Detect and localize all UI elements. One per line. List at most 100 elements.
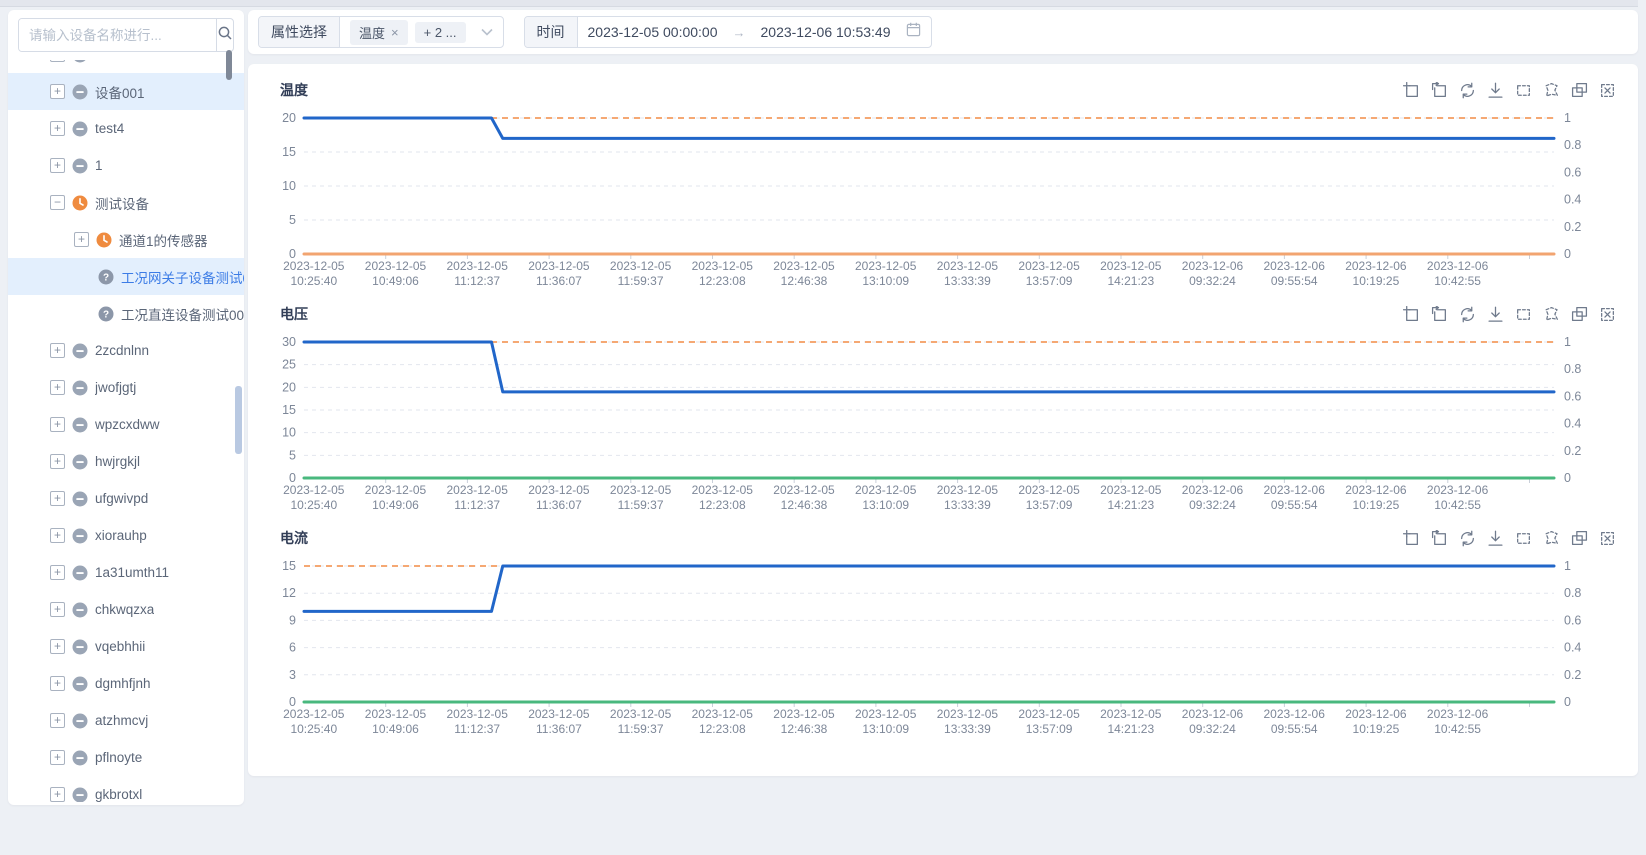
tree-scrollbar-thumb[interactable] bbox=[226, 50, 232, 80]
expand-icon[interactable]: + bbox=[50, 787, 65, 802]
tree-item[interactable]: +xiorauhp bbox=[8, 517, 244, 554]
chart-plot-voltage[interactable]: 05101520253010.80.60.40.202023-12-0510:2… bbox=[264, 328, 1622, 514]
top-border-strip bbox=[0, 0, 1638, 7]
expand-icon[interactable]: + bbox=[50, 639, 65, 654]
expand-icon[interactable]: + bbox=[50, 528, 65, 543]
tree-item[interactable]: +test4 bbox=[8, 110, 244, 147]
zoom-revert-icon[interactable] bbox=[1431, 82, 1448, 99]
tree-item[interactable]: +gkbrotxl bbox=[8, 776, 244, 802]
brush-polygon-icon[interactable] bbox=[1543, 82, 1560, 99]
remove-attribute-icon[interactable]: × bbox=[391, 26, 399, 39]
tree-item[interactable]: +chkwqzxa bbox=[8, 591, 244, 628]
svg-text:2023-12-05: 2023-12-05 bbox=[610, 259, 672, 273]
tree-item[interactable]: +通道1的传感器 bbox=[8, 221, 244, 258]
expand-icon[interactable]: + bbox=[50, 602, 65, 617]
restore-icon[interactable] bbox=[1459, 82, 1476, 99]
brush-rect-icon[interactable] bbox=[1515, 306, 1532, 323]
svg-text:1: 1 bbox=[1564, 559, 1571, 573]
data-zoom-icon[interactable] bbox=[1403, 306, 1420, 323]
brush-clear-icon[interactable] bbox=[1599, 530, 1616, 547]
svg-text:0.4: 0.4 bbox=[1564, 193, 1581, 207]
brush-polygon-icon[interactable] bbox=[1543, 530, 1560, 547]
expand-icon[interactable]: + bbox=[50, 417, 65, 432]
save-image-icon[interactable] bbox=[1487, 530, 1504, 547]
brush-clear-icon[interactable] bbox=[1599, 82, 1616, 99]
tree-item[interactable]: +1a31umth11 bbox=[8, 554, 244, 591]
tree-item[interactable]: +hwjrgkjl bbox=[8, 443, 244, 480]
svg-text:2023-12-05: 2023-12-05 bbox=[283, 707, 345, 721]
tree-item[interactable]: +设备001 bbox=[8, 73, 244, 110]
expand-icon[interactable]: + bbox=[50, 121, 65, 136]
expand-icon[interactable]: + bbox=[50, 676, 65, 691]
tree-item-label: pflnoyte bbox=[95, 750, 142, 765]
chart-plot-temperature[interactable]: 0510152010.80.60.40.202023-12-0510:25:40… bbox=[264, 104, 1622, 290]
restore-icon[interactable] bbox=[1459, 530, 1476, 547]
tree-item[interactable]: +vqebhhii bbox=[8, 628, 244, 665]
tree-item[interactable]: ?工况直连设备测试001 bbox=[8, 295, 244, 332]
brush-keep-icon[interactable] bbox=[1571, 530, 1588, 547]
chevron-down-icon[interactable] bbox=[481, 23, 493, 41]
chart-block-voltage: 电压 05101520253010.80.60.40.202023-12-051… bbox=[264, 300, 1622, 514]
brush-keep-icon[interactable] bbox=[1571, 306, 1588, 323]
zoom-revert-icon[interactable] bbox=[1431, 306, 1448, 323]
attribute-select[interactable]: 属性选择 温度 × + 2 ... bbox=[258, 16, 504, 48]
expand-icon[interactable]: + bbox=[50, 60, 65, 62]
svg-text:?: ? bbox=[103, 272, 109, 283]
tree-item[interactable]: +wpzcxdww bbox=[8, 406, 244, 443]
attribute-tag[interactable]: 温度 × bbox=[350, 20, 408, 45]
svg-text:25: 25 bbox=[282, 358, 296, 372]
time-range-picker[interactable]: 时间 2023-12-05 00:00:00 → 2023-12-06 10:5… bbox=[524, 16, 932, 48]
expand-icon[interactable]: + bbox=[50, 713, 65, 728]
time-start-value[interactable]: 2023-12-05 00:00:00 bbox=[588, 24, 718, 40]
expand-icon[interactable]: + bbox=[50, 158, 65, 173]
chart-plot-current[interactable]: 0369121510.80.60.40.202023-12-0510:25:40… bbox=[264, 552, 1622, 738]
svg-text:11:12:37: 11:12:37 bbox=[454, 498, 500, 512]
svg-text:13:33:39: 13:33:39 bbox=[944, 722, 991, 736]
expand-icon[interactable]: + bbox=[50, 750, 65, 765]
tree-item[interactable]: −测试设备 bbox=[8, 184, 244, 221]
tree-item[interactable]: +ufgwivpd bbox=[8, 480, 244, 517]
save-image-icon[interactable] bbox=[1487, 82, 1504, 99]
tree-item[interactable]: + pflnoyte bbox=[8, 739, 244, 776]
expand-icon[interactable]: + bbox=[50, 491, 65, 506]
save-image-icon[interactable] bbox=[1487, 306, 1504, 323]
tree-item[interactable]: +jwofjgtj bbox=[8, 369, 244, 406]
svg-text:2023-12-06: 2023-12-06 bbox=[1182, 259, 1244, 273]
brush-clear-icon[interactable] bbox=[1599, 306, 1616, 323]
tree-item[interactable]: +atzhmcvj bbox=[8, 702, 244, 739]
expand-icon[interactable]: + bbox=[50, 565, 65, 580]
more-attributes-tag[interactable]: + 2 ... bbox=[415, 22, 466, 43]
tree-item[interactable]: +2zcdnlnn bbox=[8, 332, 244, 369]
expand-icon[interactable]: + bbox=[50, 454, 65, 469]
chart-toolbox bbox=[1403, 530, 1616, 547]
panel-scrollbar-thumb[interactable] bbox=[235, 386, 242, 454]
tree-item[interactable]: +1zbcafcccccc bbox=[8, 60, 244, 73]
time-end-value[interactable]: 2023-12-06 10:53:49 bbox=[761, 24, 891, 40]
brush-rect-icon[interactable] bbox=[1515, 530, 1532, 547]
svg-text:13:10:09: 13:10:09 bbox=[862, 274, 909, 288]
device-offline-icon bbox=[72, 528, 88, 544]
expand-icon[interactable]: + bbox=[74, 232, 89, 247]
zoom-revert-icon[interactable] bbox=[1431, 530, 1448, 547]
tree-item[interactable]: +dgmhfjnh bbox=[8, 665, 244, 702]
search-button[interactable] bbox=[216, 19, 233, 51]
svg-text:5: 5 bbox=[289, 213, 296, 227]
svg-text:12:46:38: 12:46:38 bbox=[781, 722, 828, 736]
brush-rect-icon[interactable] bbox=[1515, 82, 1532, 99]
tree-item[interactable]: +1 bbox=[8, 147, 244, 184]
svg-text:2023-12-05: 2023-12-05 bbox=[1100, 259, 1162, 273]
collapse-icon[interactable]: − bbox=[50, 195, 65, 210]
data-zoom-icon[interactable] bbox=[1403, 530, 1420, 547]
restore-icon[interactable] bbox=[1459, 306, 1476, 323]
expand-icon[interactable]: + bbox=[50, 84, 65, 99]
svg-text:2023-12-05: 2023-12-05 bbox=[528, 707, 590, 721]
search-input[interactable] bbox=[19, 19, 216, 51]
expand-icon[interactable]: + bbox=[50, 343, 65, 358]
brush-keep-icon[interactable] bbox=[1571, 82, 1588, 99]
expand-icon[interactable]: + bbox=[50, 380, 65, 395]
tree-item[interactable]: ?工况网关子设备测试001 bbox=[8, 258, 244, 295]
calendar-icon[interactable] bbox=[906, 22, 921, 42]
brush-polygon-icon[interactable] bbox=[1543, 306, 1560, 323]
svg-text:3: 3 bbox=[289, 668, 296, 682]
data-zoom-icon[interactable] bbox=[1403, 82, 1420, 99]
